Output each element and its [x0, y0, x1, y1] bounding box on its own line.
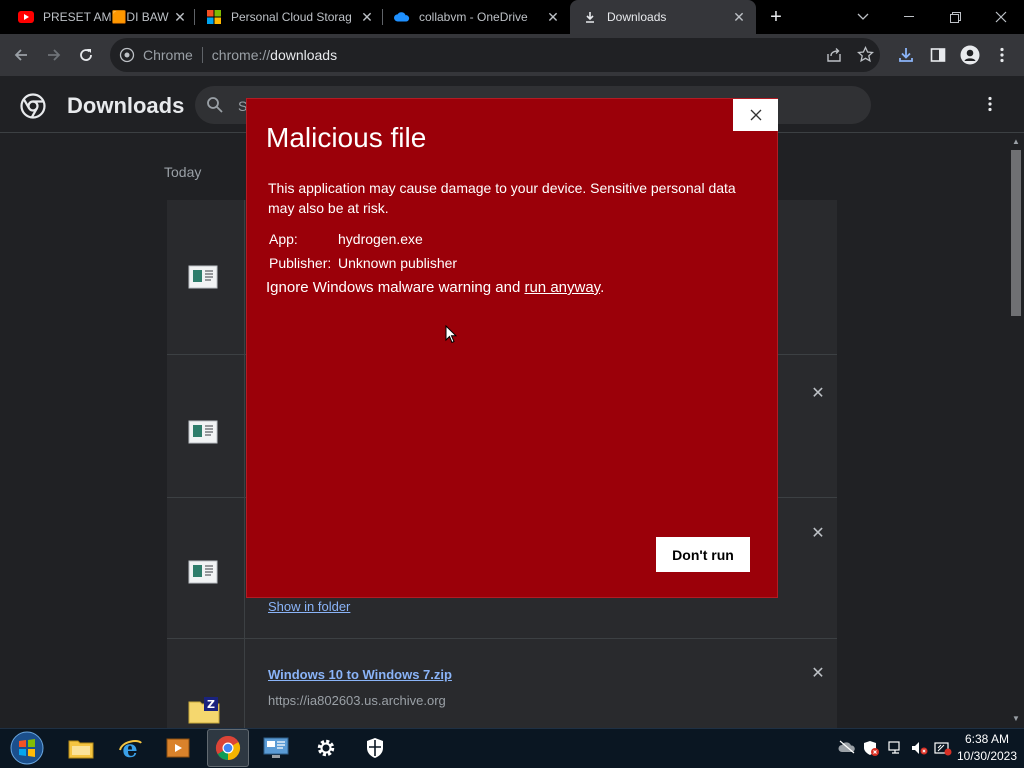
dialog-message: This application may cause damage to you…: [268, 180, 736, 216]
tab-close-icon[interactable]: ✕: [360, 10, 374, 24]
profile-avatar-icon[interactable]: [958, 43, 982, 67]
internet-explorer-taskbar-icon[interactable]: e: [109, 729, 151, 767]
download-icon: [582, 9, 598, 25]
omnibox-chip: Chrome: [143, 47, 193, 63]
tab-title: Downloads: [607, 10, 667, 24]
item-separator-line: [244, 200, 245, 638]
svg-text:Z: Z: [207, 698, 215, 711]
clock-time: 6:38 AM: [964, 732, 1010, 746]
remote-desktop-taskbar-icon[interactable]: [255, 729, 297, 767]
run-anyway-link[interactable]: run anyway: [524, 279, 600, 296]
media-player-taskbar-icon[interactable]: [157, 729, 199, 767]
forward-button[interactable]: [42, 43, 66, 67]
dont-run-button[interactable]: Don't run: [656, 537, 750, 572]
address-bar[interactable]: Chrome chrome://downloads: [110, 38, 880, 72]
onedrive-icon: [394, 9, 410, 25]
reload-button[interactable]: [74, 43, 98, 67]
chrome-taskbar-icon[interactable]: [207, 729, 249, 767]
minimize-button[interactable]: [886, 0, 932, 34]
microsoft-icon: [206, 9, 222, 25]
tab-close-icon[interactable]: ✕: [732, 10, 746, 24]
app-label: App:: [269, 231, 298, 247]
file-icon: [188, 265, 218, 289]
page-title: Downloads: [67, 93, 185, 118]
network-tray-icon[interactable]: [887, 740, 903, 756]
show-in-folder-text: Show in folder: [268, 599, 351, 614]
mouse-cursor-icon: [445, 324, 458, 344]
restore-button[interactable]: [932, 0, 978, 34]
share-icon[interactable]: [826, 47, 842, 66]
tab-title: collabvm - OneDrive: [419, 10, 528, 24]
svg-text:e: e: [122, 735, 137, 761]
chrome-page-icon: [119, 47, 135, 63]
url-path: downloads: [270, 47, 338, 63]
remove-download-icon[interactable]: ✕: [810, 666, 826, 682]
downloads-toolbar-button[interactable]: [894, 43, 918, 67]
omnibox-url: chrome://downloads: [212, 47, 337, 63]
onedrive-offline-tray-icon[interactable]: [838, 740, 855, 756]
ignore-prefix: Ignore Windows malware warning and: [266, 279, 525, 296]
item-separator-line: [244, 639, 245, 729]
tab-personal-cloud[interactable]: Personal Cloud Storag ✕: [206, 0, 382, 34]
chrome-logo-icon: [20, 93, 46, 119]
tab-downloads[interactable]: Downloads ✕: [570, 0, 756, 34]
bookmark-star-icon[interactable]: [856, 45, 875, 66]
remove-download-icon[interactable]: ✕: [810, 526, 826, 542]
malicious-file-dialog: [246, 98, 778, 598]
back-button[interactable]: [9, 43, 33, 67]
screen: PRESET AM🟧DI BAW ✕ Personal Cloud Storag…: [0, 0, 1024, 768]
tab-separator: [194, 9, 195, 25]
list-item: [167, 639, 837, 729]
zip-file-icon: Z: [188, 696, 220, 724]
dialog-close-button[interactable]: [733, 99, 778, 131]
security-alert-tray-icon[interactable]: [862, 740, 879, 756]
file-explorer-taskbar-icon[interactable]: [60, 729, 102, 767]
tab-close-icon[interactable]: ✕: [173, 10, 187, 24]
tab-separator: [382, 9, 383, 25]
ignore-suffix: .: [600, 279, 605, 296]
side-panel-icon[interactable]: [926, 43, 950, 67]
app-value: hydrogen.exe: [338, 231, 423, 247]
search-icon: [206, 96, 224, 114]
download-filename-link[interactable]: Windows 10 to Windows 7.zip: [268, 667, 452, 682]
security-shield-taskbar-icon[interactable]: [354, 729, 396, 767]
action-center-tray-icon[interactable]: [934, 740, 952, 756]
scroll-up-arrow-icon[interactable]: ▲: [1011, 137, 1021, 147]
close-window-button[interactable]: [978, 0, 1024, 34]
file-icon: [188, 420, 218, 444]
date-group-label: Today: [164, 164, 202, 180]
tab-youtube[interactable]: PRESET AM🟧DI BAW ✕: [18, 0, 194, 34]
start-button[interactable]: [8, 730, 46, 766]
browser-toolbar: Chrome chrome://downloads: [0, 34, 1024, 76]
tab-close-icon[interactable]: ✕: [546, 10, 560, 24]
new-tab-button[interactable]: +: [766, 7, 786, 27]
clock-date: 10/30/2023: [956, 749, 1018, 763]
show-in-folder-link[interactable]: Show in folder: [268, 598, 350, 616]
taskbar-clock[interactable]: 6:38 AM 10/30/2023: [950, 731, 1024, 765]
tab-search-chevron-icon[interactable]: [840, 0, 886, 34]
remove-download-icon[interactable]: ✕: [810, 386, 826, 402]
downloads-menu-icon[interactable]: [983, 96, 997, 114]
publisher-value: Unknown publisher: [338, 255, 458, 271]
scroll-down-arrow-icon[interactable]: ▼: [1011, 714, 1021, 724]
volume-muted-tray-icon[interactable]: [910, 740, 928, 756]
url-scheme: chrome://: [211, 47, 271, 63]
scrollbar-thumb[interactable]: [1011, 150, 1021, 316]
publisher-label: Publisher:: [269, 255, 332, 271]
tab-onedrive[interactable]: collabvm - OneDrive ✕: [394, 0, 568, 34]
file-icon: [188, 560, 218, 584]
ignore-warning-text: Ignore Windows malware warning and run a…: [266, 279, 604, 296]
download-source-url: https://ia802603.us.archive.org: [268, 693, 446, 708]
browser-menu-icon[interactable]: [990, 43, 1014, 67]
dialog-title: Malicious file: [266, 122, 427, 153]
tab-strip: PRESET AM🟧DI BAW ✕ Personal Cloud Storag…: [0, 0, 1024, 34]
tab-title: PRESET AM🟧DI BAW: [43, 10, 169, 24]
omnibox-divider: [201, 47, 203, 63]
settings-gear-taskbar-icon[interactable]: [305, 729, 347, 767]
tab-title: Personal Cloud Storag: [231, 10, 352, 24]
youtube-icon: [18, 9, 34, 25]
